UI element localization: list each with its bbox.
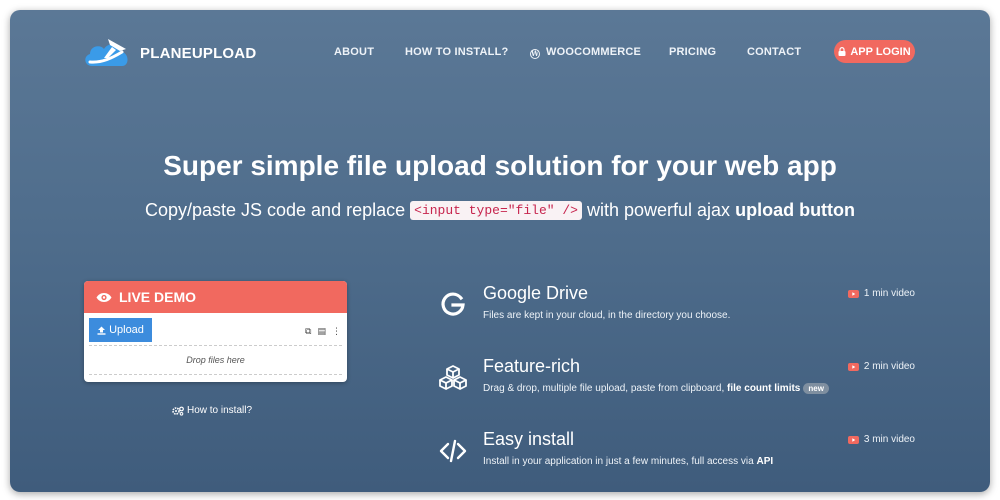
youtube-icon — [847, 362, 859, 371]
new-badge: new — [803, 383, 829, 394]
upload-button-label: Upload — [109, 324, 144, 336]
feature-description-text: Drag & drop, multiple file upload, paste… — [483, 383, 725, 394]
feature-description: Files are kept in your cloud, in the dir… — [483, 310, 731, 321]
feature-title: Google Drive — [483, 283, 589, 303]
subheadline-code: <input type="file" /> — [410, 201, 582, 220]
live-demo-header: LIVE DEMO — [84, 281, 347, 313]
more-vertical-icon[interactable]: ⋮ — [332, 326, 341, 337]
feature-google-drive: Google Drive Files are kept in your clou… — [430, 283, 920, 333]
nav-item-how-to-install[interactable]: HOW TO INSTALL? — [405, 46, 508, 58]
feature-description: Install in your application in just a fe… — [483, 456, 773, 467]
nav-item-woocommerce[interactable]: W WOOCOMMERCE — [530, 46, 641, 59]
feature-title: Easy install — [483, 429, 575, 449]
feature-description-text: Install in your application in just a fe… — [483, 456, 754, 467]
dropzone[interactable]: Drop files here — [89, 345, 342, 375]
subheadline-text-bold: upload button — [735, 200, 856, 220]
subheadline-text-before: Copy/paste JS code and replace — [144, 200, 406, 220]
live-demo-title: LIVE DEMO — [119, 289, 197, 305]
upload-icon — [97, 326, 106, 335]
feature-easy-install: Easy install Install in your application… — [430, 429, 920, 479]
copy-icon[interactable]: ⧉ — [305, 326, 311, 337]
how-to-install-link[interactable]: How to install? — [172, 405, 252, 416]
upload-toolbar: ⧉ ▤ ⋮ — [305, 326, 341, 337]
eye-icon — [96, 292, 112, 302]
app-login-label: APP LOGIN — [850, 45, 911, 58]
nav-item-pricing[interactable]: PRICING — [669, 46, 716, 58]
feature-title: Feature-rich — [483, 356, 581, 376]
youtube-icon — [847, 289, 859, 298]
feature-video-label: 1 min video — [863, 288, 915, 299]
brand-name: PLANEUPLOAD — [140, 44, 257, 62]
live-demo-card: LIVE DEMO Upload ⧉ ▤ ⋮ Drop files here — [84, 281, 347, 382]
feature-feature-rich: Feature-rich Drag & drop, multiple file … — [430, 356, 920, 406]
subheadline-text-middle: with powerful ajax — [586, 200, 731, 220]
code-icon — [439, 439, 467, 463]
youtube-icon — [847, 435, 859, 444]
nav-item-woocommerce-label: WOOCOMMERCE — [546, 46, 642, 58]
cubes-icon — [439, 365, 467, 390]
wordpress-icon: W — [530, 49, 540, 59]
feature-video-label: 2 min video — [863, 361, 915, 372]
gears-icon — [172, 406, 184, 416]
brand-logo[interactable]: PLANEUPLOAD — [82, 36, 256, 70]
feature-description: Drag & drop, multiple file upload, paste… — [483, 383, 829, 394]
feature-video-link[interactable]: 2 min video — [847, 361, 915, 372]
google-g-icon — [441, 292, 465, 316]
feature-video-label: 3 min video — [863, 434, 915, 445]
app-login-button[interactable]: APP LOGIN — [834, 40, 915, 63]
feature-video-link[interactable]: 3 min video — [847, 434, 915, 445]
nav-item-about[interactable]: ABOUT — [334, 46, 374, 58]
page-subheadline: Copy/paste JS code and replace <input ty… — [10, 200, 990, 221]
page-headline: Super simple file upload solution for yo… — [163, 150, 837, 181]
book-icon[interactable]: ▤ — [317, 326, 326, 337]
feature-description-bold: API — [756, 456, 774, 467]
upload-button[interactable]: Upload — [89, 318, 152, 342]
feature-description-bold: file count limits — [727, 383, 801, 394]
how-to-install-label: How to install? — [187, 405, 253, 416]
lock-icon — [838, 47, 846, 56]
feature-video-link[interactable]: 1 min video — [847, 288, 915, 299]
nav-item-contact[interactable]: CONTACT — [747, 46, 801, 58]
cloud-plane-logo-icon — [85, 39, 128, 66]
page-frame: PLANEUPLOAD ABOUT HOW TO INSTALL? W WOOCO… — [10, 10, 990, 492]
